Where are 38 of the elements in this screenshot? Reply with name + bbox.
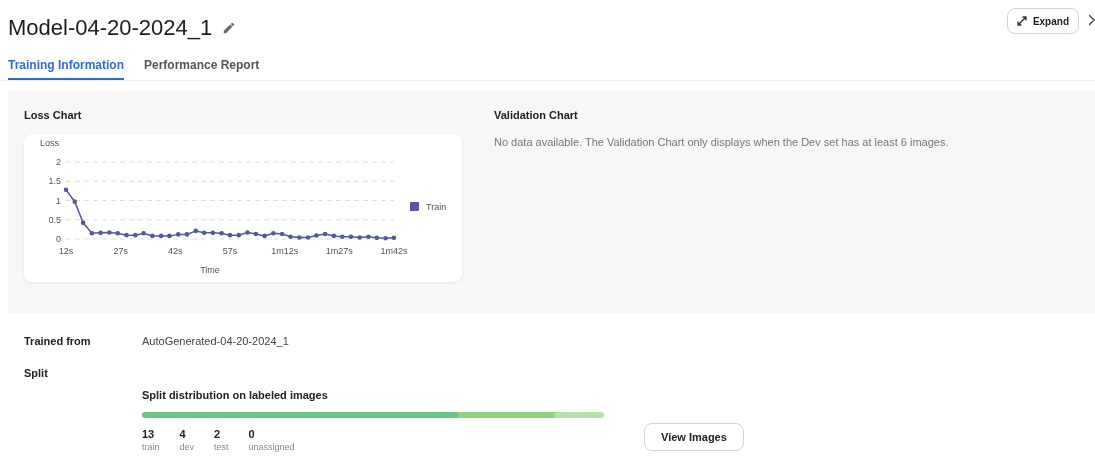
section-title: Loss Chart (24, 109, 83, 121)
expand-icon (1016, 16, 1027, 26)
axis-tick-label: 12s (58, 246, 74, 256)
legend-label: Train (426, 202, 447, 212)
axis-tick-label: 27s (113, 246, 128, 256)
split-label: dev (179, 443, 195, 452)
split-count: 2 (214, 428, 222, 440)
tab[interactable]: Training Information (8, 52, 124, 80)
split-title: Split distribution on labeled images (142, 389, 329, 401)
field-label: Trained from (24, 335, 92, 347)
field-label: Split (24, 367, 49, 379)
axis-tick-label: 57s (222, 246, 238, 256)
view-images-button[interactable]: View Images (644, 423, 744, 451)
section-title: Validation Chart (494, 109, 579, 121)
split-label: unassigned (248, 443, 295, 452)
model-title: Model-04-20-2024_1 (8, 15, 213, 41)
axis-title: Loss (40, 138, 59, 148)
split-count: 13 (142, 428, 156, 440)
expand-button[interactable]: Expand (1006, 8, 1079, 34)
axis-tick-label: 0.5 (48, 214, 61, 225)
axis-tick-label: 1m12s (271, 246, 299, 256)
empty-message: No data available. The Validation Chart only displays when the Dev set has at least 6 images. (494, 136, 949, 148)
split-label: train (142, 443, 160, 452)
axis-tick-label: 1.5 (48, 176, 61, 187)
axis-tick-label: 42s (168, 246, 183, 256)
tab[interactable]: Performance Report (144, 52, 260, 80)
axis-tick-label: 1m42s (380, 246, 408, 256)
axis-title: Time (200, 265, 220, 275)
axis-tick-label: 0 (56, 234, 61, 244)
axis-tick-label: 2 (56, 157, 61, 167)
split-label: test (214, 443, 229, 452)
split-count: 4 (179, 428, 187, 440)
field-value: AutoGenerated-04-20-2024_1 (142, 335, 289, 347)
edit-icon[interactable] (222, 21, 237, 35)
axis-tick-label: 1m27s (325, 246, 353, 256)
axis-tick-label: 1 (56, 195, 61, 206)
split-count: 0 (248, 428, 256, 440)
close-icon[interactable] (1089, 14, 1095, 26)
